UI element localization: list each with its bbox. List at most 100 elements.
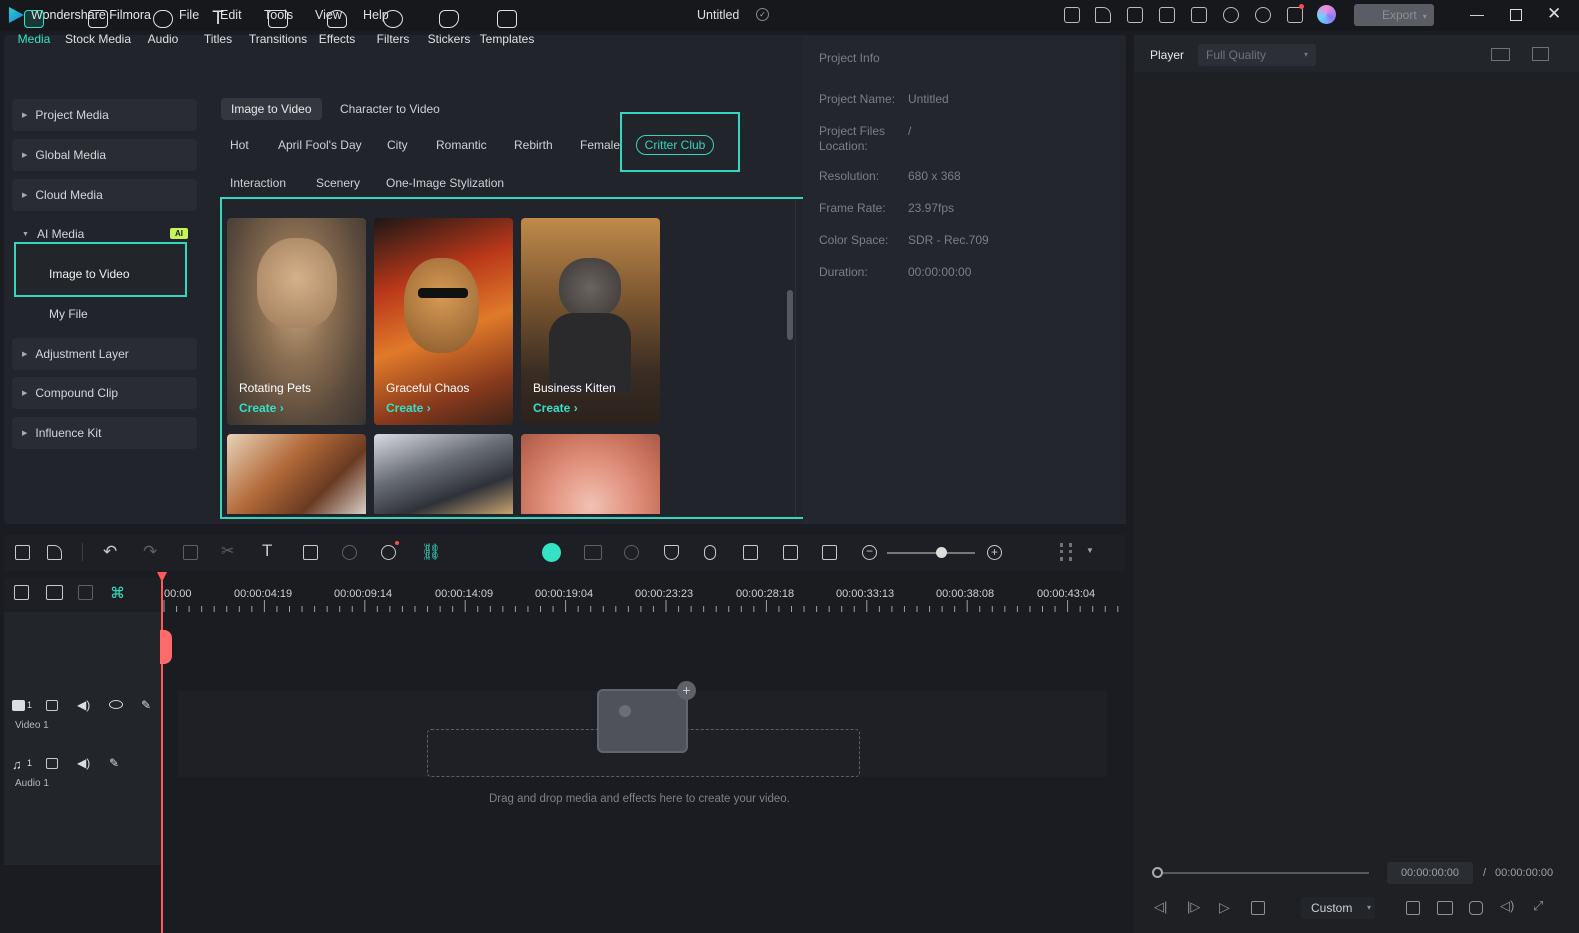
crop-icon[interactable] bbox=[303, 545, 318, 560]
category-romantic[interactable]: Romantic bbox=[436, 138, 487, 152]
zoom-slider-knob[interactable] bbox=[936, 547, 947, 558]
menu-file[interactable]: File bbox=[179, 8, 199, 22]
ai-tools-icon[interactable] bbox=[381, 545, 396, 560]
next-frame-icon[interactable]: |▷ bbox=[1187, 899, 1201, 914]
quality-dropdown[interactable]: Full Quality ▾ bbox=[1198, 44, 1316, 66]
template-card-thumbnail[interactable] bbox=[521, 434, 660, 514]
zoom-slider-track[interactable] bbox=[887, 552, 975, 554]
magnet-snap-icon[interactable]: ⌘ bbox=[110, 584, 125, 602]
snapshot-chart-icon[interactable] bbox=[1532, 47, 1549, 61]
player-progress-track[interactable] bbox=[1156, 872, 1369, 874]
display-icon[interactable] bbox=[1437, 901, 1453, 915]
auto-highlight-icon[interactable] bbox=[584, 545, 602, 560]
tab-effects[interactable]: Effects bbox=[317, 10, 357, 46]
prev-frame-icon[interactable]: ◁| bbox=[1154, 899, 1168, 914]
user-avatar[interactable] bbox=[1317, 5, 1336, 24]
select-tool-icon[interactable] bbox=[47, 545, 62, 560]
speaker-icon[interactable]: ◀) bbox=[77, 756, 90, 770]
link-clips-icon[interactable] bbox=[46, 585, 63, 600]
sidebar-sub-image-to-video[interactable]: Image to Video bbox=[49, 267, 130, 281]
category-female[interactable]: Female bbox=[580, 138, 620, 152]
template-card-rotating-pets[interactable]: Rotating Pets Create › bbox=[227, 218, 366, 425]
sidebar-item-project-media[interactable]: ▶ Project Media bbox=[12, 99, 197, 131]
tab-stock-media[interactable]: Stock Media bbox=[64, 10, 132, 46]
category-april-fools-day[interactable]: April Fool's Day bbox=[278, 138, 362, 152]
eye-icon[interactable] bbox=[109, 700, 123, 709]
card-create-link[interactable]: Create › bbox=[239, 401, 284, 415]
template-card-graceful-chaos[interactable]: Graceful Chaos Create › bbox=[374, 218, 513, 425]
sidebar-item-cloud-media[interactable]: ▶ Cloud Media bbox=[12, 179, 197, 211]
layout-grid-icon[interactable] bbox=[15, 545, 30, 560]
compare-view-icon[interactable] bbox=[1491, 48, 1510, 61]
folder-lock-icon[interactable] bbox=[46, 700, 58, 711]
send-icon[interactable] bbox=[1095, 7, 1111, 23]
zoom-out-icon[interactable]: − bbox=[862, 545, 877, 560]
playhead[interactable] bbox=[161, 574, 163, 933]
link-icon[interactable]: ⛓ bbox=[421, 542, 441, 562]
camera-icon[interactable] bbox=[1469, 901, 1483, 915]
template-card-business-kitten[interactable]: Business Kitten Create › bbox=[521, 218, 660, 425]
maximize-icon[interactable] bbox=[1510, 9, 1522, 21]
cloud-upload-icon[interactable] bbox=[1223, 7, 1239, 23]
tab-filters[interactable]: Filters bbox=[374, 10, 412, 46]
text-icon[interactable]: T bbox=[262, 541, 272, 561]
screen-record-icon[interactable] bbox=[783, 545, 798, 560]
speaker-icon[interactable]: ◀) bbox=[77, 698, 90, 712]
export-button[interactable]: Export ▾ bbox=[1354, 4, 1434, 26]
microphone-icon[interactable] bbox=[704, 545, 716, 560]
headset-icon[interactable] bbox=[1255, 7, 1271, 23]
playhead-handle[interactable] bbox=[160, 630, 172, 664]
folder-lock-icon[interactable] bbox=[46, 758, 58, 769]
render-icon[interactable] bbox=[624, 545, 639, 560]
tab-titles[interactable]: T Titles bbox=[202, 9, 234, 46]
sidebar-item-compound-clip[interactable]: ▶ Compound Clip bbox=[12, 377, 197, 409]
fullscreen-icon[interactable]: ⤢ bbox=[1533, 898, 1547, 913]
timeline-settings-icon[interactable] bbox=[1060, 543, 1072, 561]
tab-image-to-video[interactable]: Image to Video bbox=[221, 98, 322, 120]
audio-list-icon[interactable] bbox=[743, 545, 758, 560]
fx-icon[interactable]: ✎ bbox=[109, 756, 119, 770]
ai-assistant-icon[interactable] bbox=[542, 543, 561, 562]
grid-scrollbar[interactable] bbox=[787, 290, 793, 340]
aspect-ratio-dropdown[interactable]: Custom ▾ bbox=[1301, 897, 1375, 919]
category-rebirth[interactable]: Rebirth bbox=[514, 138, 553, 152]
stop-icon[interactable] bbox=[1251, 901, 1265, 915]
gift-icon[interactable] bbox=[1064, 7, 1080, 23]
add-track-icon[interactable] bbox=[14, 585, 29, 600]
apps-grid-icon[interactable] bbox=[1287, 7, 1303, 23]
template-card-thumbnail[interactable] bbox=[374, 434, 513, 514]
save-icon[interactable] bbox=[1191, 7, 1207, 23]
tab-transitions[interactable]: Transitions bbox=[248, 10, 308, 46]
cut-icon[interactable]: ✂ bbox=[221, 541, 234, 561]
card-create-link[interactable]: Create › bbox=[386, 401, 431, 415]
mark-in-icon[interactable] bbox=[1406, 901, 1420, 915]
fit-timeline-icon[interactable] bbox=[822, 545, 837, 560]
category-city[interactable]: City bbox=[387, 138, 408, 152]
redo-icon[interactable]: ↷ bbox=[143, 542, 157, 562]
volume-icon[interactable]: ◁) bbox=[1500, 898, 1514, 913]
tab-media[interactable]: Media bbox=[17, 10, 51, 46]
track-manage-icon[interactable] bbox=[78, 585, 93, 600]
minimize-icon[interactable]: — bbox=[1470, 6, 1484, 22]
shield-marker-icon[interactable] bbox=[664, 545, 679, 560]
delete-icon[interactable] bbox=[183, 545, 198, 560]
notes-icon[interactable] bbox=[1127, 7, 1143, 23]
sidebar-item-influence-kit[interactable]: ▶ Influence Kit bbox=[12, 417, 197, 449]
close-icon[interactable]: ✕ bbox=[1547, 4, 1561, 24]
tab-character-to-video[interactable]: Character to Video bbox=[330, 98, 450, 120]
template-card-thumbnail[interactable] bbox=[227, 434, 366, 514]
chevron-down-icon[interactable]: ▼ bbox=[1086, 546, 1094, 555]
undo-icon[interactable]: ↶ bbox=[103, 542, 117, 562]
category-scenery[interactable]: Scenery bbox=[316, 176, 360, 190]
color-icon[interactable] bbox=[342, 545, 357, 560]
zoom-in-icon[interactable]: + bbox=[987, 545, 1002, 560]
category-critter-club[interactable]: Critter Club bbox=[636, 135, 714, 155]
card-create-link[interactable]: Create › bbox=[533, 401, 578, 415]
player-progress-knob[interactable] bbox=[1152, 867, 1163, 878]
sidebar-item-adjustment-layer[interactable]: ▶ Adjustment Layer bbox=[12, 338, 197, 370]
tab-audio[interactable]: Audio bbox=[145, 10, 181, 46]
play-icon[interactable]: ▷ bbox=[1219, 899, 1233, 915]
tab-stickers[interactable]: Stickers bbox=[427, 10, 471, 46]
layout-icon[interactable] bbox=[1159, 7, 1175, 23]
fx-icon[interactable]: ✎ bbox=[141, 698, 151, 712]
